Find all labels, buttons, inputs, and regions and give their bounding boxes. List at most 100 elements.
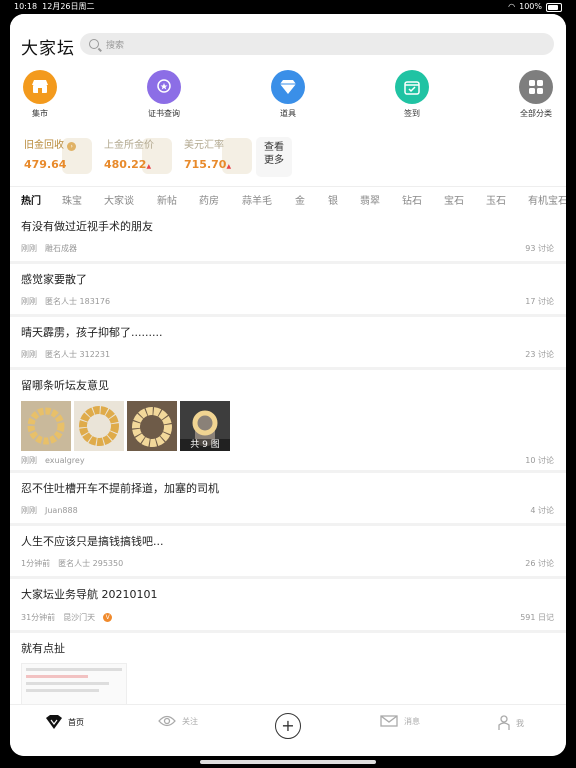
tab-organic-gem[interactable]: 有机宝石: [528, 192, 566, 207]
diamond-icon: [271, 70, 305, 104]
post-item[interactable]: 就有点扯: [10, 633, 566, 713]
price-card-usd-rate[interactable]: 美元汇率 715.70▲: [180, 134, 254, 178]
price-card-sge-gold[interactable]: 上金所金价 480.22▲: [100, 134, 174, 178]
new-post-button[interactable]: +: [275, 713, 301, 739]
wifi-icon: ◠: [508, 2, 516, 11]
thumbnail-image[interactable]: 共 9 图: [180, 401, 230, 451]
tab-jewelry[interactable]: 珠宝: [62, 192, 82, 207]
quick-item-all-categories[interactable]: 全部分类: [506, 70, 566, 119]
tab-wool[interactable]: 蒜羊毛: [242, 192, 272, 207]
price-value: 715.70▲: [184, 158, 232, 171]
quick-label: 道具: [280, 109, 296, 118]
post-count: 4 讨论: [530, 506, 554, 515]
price-value: 480.22▲: [104, 158, 152, 171]
tab-follow[interactable]: 关注: [158, 715, 198, 727]
tab-discussion[interactable]: 大家谈: [104, 192, 134, 207]
post-title: 晴天霹雳，孩子抑郁了.........: [21, 326, 163, 339]
tab-silver[interactable]: 银: [328, 192, 338, 207]
tab-me[interactable]: 我: [498, 715, 524, 731]
tab-messages-label: 消息: [404, 716, 420, 726]
post-item[interactable]: 人生不应该只是搞钱搞钱吧... 1分钟前 匿名人士 295350 26 讨论: [10, 526, 566, 576]
thumbnail-image[interactable]: [127, 401, 177, 451]
quick-label: 签到: [404, 109, 420, 118]
category-tabs: 热门 珠宝 大家谈 新帖 药房 蒜羊毛 金 银 翡翠 钻石 宝石 玉石 有机宝石: [10, 186, 566, 212]
tab-gold[interactable]: 金: [295, 192, 305, 207]
tab-pharmacy[interactable]: 药房: [199, 192, 219, 207]
more-label-line2: 更多: [264, 155, 284, 166]
header: 大家坛 搜索: [10, 14, 566, 76]
verified-badge-icon: V: [103, 613, 113, 622]
more-photos-label: 共 9 图: [180, 439, 230, 451]
price-card-gold-recycle[interactable]: 旧金回收 › 479.64: [20, 134, 94, 178]
more-prices-button[interactable]: 查看 更多: [256, 137, 292, 177]
post-meta: 刚刚 匿名人士 312231: [21, 350, 111, 359]
mail-icon: [380, 715, 398, 727]
tab-follow-label: 关注: [182, 716, 198, 726]
post-meta: 刚刚 exualgrey: [21, 456, 85, 465]
price-panel: 旧金回收 › 479.64 上金所金价 480.22▲ 美元汇率 715.70▲…: [10, 132, 566, 186]
tab-new-posts[interactable]: 新帖: [157, 192, 177, 207]
app-screen: 大家坛 搜索 集市 证书查询 道具 签到 全部分类 旧金回收 › 479.64 …: [10, 14, 566, 756]
quick-actions: 集市 证书查询 道具 签到 全部分类: [10, 70, 566, 132]
post-count: 591 日记: [520, 613, 554, 622]
quick-label: 集市: [32, 109, 48, 118]
tab-me-label: 我: [516, 718, 524, 728]
home-icon: [46, 715, 62, 729]
quick-item-checkin[interactable]: 签到: [382, 70, 442, 119]
grid-icon: [519, 70, 553, 104]
post-meta: 刚刚 Juan888: [21, 506, 78, 515]
post-count: 93 讨论: [525, 244, 554, 253]
arrow-up-icon: ▲: [146, 163, 152, 170]
tab-hot[interactable]: 热门: [21, 192, 41, 207]
bottom-tab-bar: 首页 关注 + 消息 我: [10, 704, 566, 756]
home-indicator: [200, 760, 376, 764]
post-meta: 1分钟前 匿名人士 295350: [21, 559, 124, 568]
battery-icon: [546, 2, 562, 12]
tab-home[interactable]: 首页: [46, 715, 84, 729]
post-title: 有没有做过近视手术的朋友: [21, 220, 153, 233]
post-item[interactable]: 大家坛业务导航 20210101 31分钟前 昆沙门天 V 591 日记: [10, 579, 566, 630]
post-meta: 刚刚 雕石成器: [21, 244, 77, 253]
battery-text: 100%: [519, 2, 542, 11]
thumbnail-image[interactable]: [21, 401, 71, 451]
post-item[interactable]: 感觉家要散了 刚刚 匿名人士 183176 17 讨论: [10, 264, 566, 314]
quick-item-props[interactable]: 道具: [258, 70, 318, 119]
post-item[interactable]: 晴天霹雳，孩子抑郁了......... 刚刚 匿名人士 312231 23 讨论: [10, 317, 566, 367]
price-value: 479.64: [24, 158, 67, 171]
post-thumbnails: 共 9 图: [21, 401, 230, 451]
post-item[interactable]: 有没有做过近视手术的朋友 刚刚 雕石成器 93 讨论: [10, 211, 566, 261]
tab-home-label: 首页: [68, 717, 84, 727]
search-input[interactable]: 搜索: [80, 33, 554, 55]
post-meta: 31分钟前 昆沙门天 V: [21, 612, 120, 623]
status-right: ◠ 100%: [508, 0, 562, 14]
tab-gemstone[interactable]: 宝石: [444, 192, 464, 207]
tab-diamond[interactable]: 钻石: [402, 192, 422, 207]
search-icon: [89, 39, 99, 49]
status-time: 10:18 12月26日周二: [14, 2, 95, 11]
search-placeholder: 搜索: [106, 40, 125, 51]
person-icon: [498, 715, 510, 730]
post-count: 10 讨论: [525, 456, 554, 465]
status-bar: 10:18 12月26日周二 ◠ 100%: [0, 0, 576, 14]
more-label-line1: 查看: [264, 142, 284, 153]
post-title: 留哪条听坛友意见: [21, 379, 109, 392]
tab-jade-stone[interactable]: 玉石: [486, 192, 506, 207]
post-count: 17 讨论: [525, 297, 554, 306]
post-item[interactable]: 忍不住吐槽开车不提前择道，加塞的司机 刚刚 Juan888 4 讨论: [10, 473, 566, 523]
quick-label: 全部分类: [520, 109, 552, 118]
post-title: 感觉家要散了: [21, 273, 87, 286]
quick-item-market[interactable]: 集市: [10, 70, 70, 119]
shop-icon: [23, 70, 57, 104]
tab-messages[interactable]: 消息: [380, 715, 420, 727]
tab-jade[interactable]: 翡翠: [360, 192, 380, 207]
screenshot-thumbnail[interactable]: [21, 663, 127, 705]
post-item[interactable]: 留哪条听坛友意见 共 9 图 刚刚 exualgrey 10 讨论: [10, 370, 566, 470]
post-title: 忍不住吐槽开车不提前择道，加塞的司机: [21, 482, 219, 495]
quick-item-certificate[interactable]: 证书查询: [134, 70, 194, 119]
calendar-icon: [395, 70, 429, 104]
thumbnail-image[interactable]: [74, 401, 124, 451]
post-meta: 刚刚 匿名人士 183176: [21, 297, 111, 306]
post-count: 23 讨论: [525, 350, 554, 359]
post-title: 大家坛业务导航 20210101: [21, 588, 158, 601]
chevron-right-icon: ›: [67, 142, 77, 151]
